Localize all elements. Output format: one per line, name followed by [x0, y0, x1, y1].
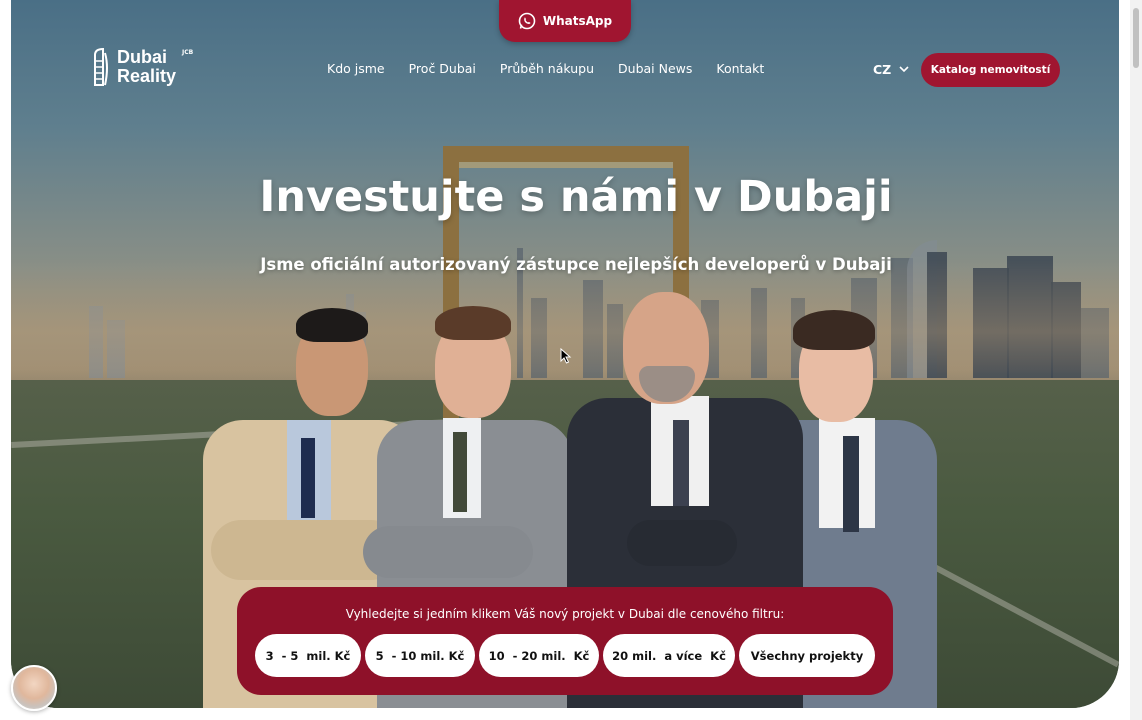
main-nav: Kdo jsme Proč Dubai Průběh nákupu Dubai … [327, 61, 764, 76]
logo-line2: Reality [117, 66, 177, 86]
nav-item-proc-dubai[interactable]: Proč Dubai [409, 61, 476, 76]
nav-item-dubai-news[interactable]: Dubai News [618, 61, 692, 76]
whatsapp-button[interactable]: WhatsApp [499, 0, 631, 42]
crossed-arms [627, 520, 737, 566]
mouse-cursor-icon [560, 348, 572, 364]
tie [673, 420, 689, 506]
tie [301, 438, 315, 518]
price-filter-text: Vyhledejte si jedním klikem Váš nový pro… [345, 607, 785, 621]
scrollbar-track[interactable] [1130, 0, 1142, 720]
chevron-down-icon [899, 66, 909, 73]
logo-superscript: JCB [182, 49, 194, 56]
filter-3-5-button[interactable]: 3 - 5 mil. Kč [255, 634, 361, 677]
hair [296, 308, 368, 342]
scrollbar-thumb[interactable] [1133, 8, 1139, 68]
nav-item-kontakt[interactable]: Kontakt [716, 61, 764, 76]
language-selector[interactable]: CZ [873, 62, 909, 77]
nav-item-prubeh-nakupu[interactable]: Průběh nákupu [500, 61, 594, 76]
dubai-frame-bridge [459, 162, 673, 168]
filter-5-10-button[interactable]: 5 - 10 mil. Kč [365, 634, 475, 677]
whatsapp-icon [518, 12, 536, 30]
logo-line1: Dubai [117, 47, 168, 67]
filter-20-plus-button[interactable]: 20 mil. a více Kč [603, 634, 735, 677]
price-filter-panel: Vyhledejte si jedním klikem Váš nový pro… [237, 587, 893, 695]
filter-all-projects-button[interactable]: Všechny projekty [739, 634, 875, 677]
language-value: CZ [873, 62, 892, 77]
hero-subtitle: Jsme oficiální autorizovaný zástupce nej… [260, 255, 892, 274]
chat-support-avatar[interactable] [11, 665, 57, 711]
crossed-arms [363, 526, 533, 578]
logo[interactable]: Dubai Reality JCB [91, 47, 193, 87]
price-filter-buttons: 3 - 5 mil. Kč 5 - 10 mil. Kč 10 - 20 mil… [255, 634, 875, 677]
whatsapp-label: WhatsApp [542, 14, 613, 28]
hair [793, 310, 875, 350]
filter-10-20-button[interactable]: 10 - 20 mil. Kč [479, 634, 599, 677]
burj-al-arab-icon [94, 47, 108, 86]
page: Dubai Reality JCB Kdo jsme Proč Dubai Pr… [0, 0, 1142, 720]
hero-title: Investujte s námi v Dubaji [259, 172, 893, 222]
catalog-button[interactable]: Katalog nemovitostí [921, 53, 1060, 87]
nav-item-kdo-jsme[interactable]: Kdo jsme [327, 61, 385, 76]
logo-text: Dubai Reality [117, 48, 176, 86]
tie [843, 436, 859, 532]
hair [435, 306, 511, 340]
tie [453, 432, 467, 512]
